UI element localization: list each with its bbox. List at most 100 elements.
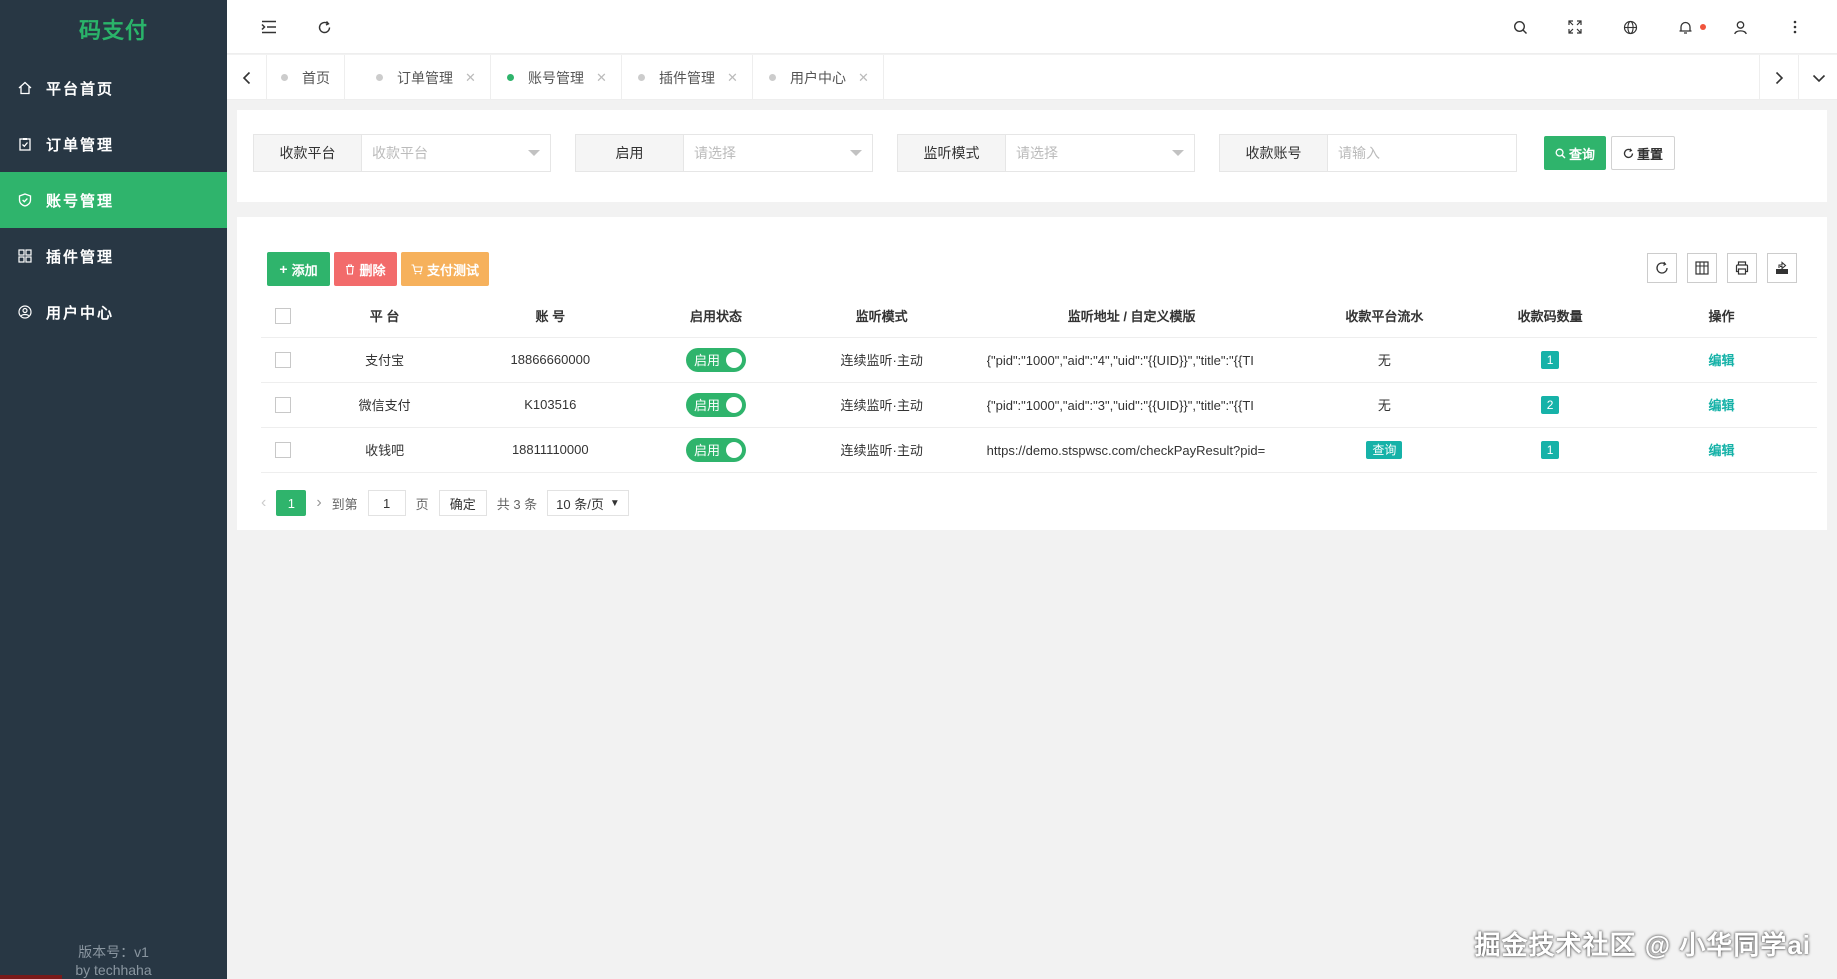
reset-button[interactable]: 重置 (1611, 136, 1675, 170)
account-filter-label: 收款账号 (1220, 135, 1328, 171)
search-icon (1555, 148, 1566, 158)
user-circle-icon (18, 305, 32, 319)
enable-toggle[interactable]: 启用 (685, 392, 746, 417)
account-placeholder: 请输入 (1338, 145, 1380, 161)
tab-label: 插件管理 (659, 69, 715, 86)
home-icon (18, 81, 32, 95)
column-header: 平 台 (305, 295, 464, 338)
goto-page-input[interactable]: 1 (367, 490, 406, 516)
tab-dot (769, 74, 776, 81)
chevron-right-icon[interactable] (1759, 55, 1799, 100)
account-filter: 收款账号 请输入 (1219, 134, 1517, 172)
page-size-select[interactable]: 10 条/页 ▼ (547, 490, 629, 516)
tab-bar: 首页 订单管理 ✕ 账号管理 ✕ 插件管理 ✕ 用户中心 ✕ (227, 55, 1837, 100)
more-vertical-icon[interactable] (1785, 17, 1805, 37)
print-icon[interactable] (1727, 253, 1757, 283)
caret-down-icon (850, 150, 862, 156)
delete-button-label: 删除 (359, 262, 386, 278)
platform-cell: 收钱吧 (305, 427, 464, 473)
sidebar-item-plugins[interactable]: 插件管理 (0, 228, 227, 284)
edit-link[interactable]: 编辑 (1708, 353, 1734, 368)
sidebar-item-label: 插件管理 (46, 248, 115, 266)
page-number-current[interactable]: 1 (276, 490, 307, 516)
row-checkbox[interactable] (275, 396, 292, 413)
delete-button[interactable]: 删除 (334, 252, 397, 286)
table-header: 平 台 账 号 启用状态 监听模式 监听地址 / 自定义模版 收款平台流水 收款… (261, 295, 1817, 338)
goto-confirm-button[interactable]: 确定 (438, 490, 487, 516)
sidebar-item-home[interactable]: 平台首页 (0, 60, 227, 116)
search-icon[interactable] (1510, 17, 1530, 37)
tab-plugins[interactable]: 插件管理 ✕ (624, 55, 753, 100)
close-icon[interactable]: ✕ (465, 70, 476, 86)
code-count-badge: 2 (1541, 395, 1560, 414)
table-row: 支付宝 18866660000 启用 连续监听·主动 {"pid":"1000"… (261, 337, 1817, 383)
caret-down-icon (528, 150, 540, 156)
sidebar-item-accounts[interactable]: 账号管理 (0, 172, 227, 228)
bell-icon[interactable] (1675, 17, 1695, 37)
toggle-knob (725, 351, 742, 368)
globe-icon[interactable] (1620, 17, 1640, 37)
mode-cell: 连续监听·主动 (794, 337, 969, 383)
enable-toggle[interactable]: 启用 (685, 437, 746, 462)
sidebar-item-user-center[interactable]: 用户中心 (0, 284, 227, 340)
account-input[interactable]: 请输入 (1328, 135, 1516, 171)
tab-dot (281, 74, 288, 81)
query-button[interactable]: 查询 (1544, 136, 1606, 170)
add-button[interactable]: + 添加 (267, 252, 330, 286)
chevron-left-icon[interactable] (227, 55, 267, 100)
mode-select[interactable]: 请选择 (1006, 135, 1194, 171)
tab-accounts[interactable]: 账号管理 ✕ (493, 55, 622, 100)
edit-link[interactable]: 编辑 (1708, 443, 1734, 458)
chevron-down-icon[interactable] (1799, 55, 1837, 100)
trash-icon (346, 263, 355, 275)
pay-test-button-label: 支付测试 (426, 262, 479, 278)
refresh-table-icon[interactable] (1647, 253, 1677, 283)
next-page-icon[interactable]: › (316, 494, 321, 512)
table-row: 收钱吧 18811110000 启用 连续监听·主动 https://demo.… (261, 427, 1817, 473)
close-icon[interactable]: ✕ (858, 70, 869, 86)
enabled-select[interactable]: 请选择 (684, 135, 872, 171)
columns-icon[interactable] (1687, 253, 1717, 283)
fullscreen-icon[interactable] (1565, 17, 1585, 37)
query-button-label: 查询 (1568, 146, 1595, 162)
decorative-bar (0, 975, 62, 979)
platform-filter-label: 收款平台 (254, 135, 362, 171)
row-checkbox[interactable] (275, 441, 292, 458)
export-icon[interactable] (1767, 253, 1797, 283)
sidebar-item-label: 账号管理 (46, 192, 115, 210)
account-cell: 18811110000 (463, 427, 638, 473)
tab-dot (376, 74, 383, 81)
prev-page-icon[interactable]: ‹ (261, 494, 266, 512)
mode-placeholder: 请选择 (1016, 145, 1058, 161)
select-all-checkbox[interactable] (275, 308, 292, 325)
page-label: 页 (415, 496, 429, 512)
toggle-label: 启用 (693, 398, 720, 413)
refresh-icon[interactable] (314, 17, 334, 37)
row-checkbox[interactable] (275, 351, 292, 368)
close-icon[interactable]: ✕ (727, 70, 738, 86)
pagination: ‹ 1 › 到第 1 页 确定 共 3 条 10 条/页 ▼ (261, 487, 639, 519)
table-row: 微信支付 K103516 启用 连续监听·主动 {"pid":"1000","a… (261, 382, 1817, 428)
tab-orders[interactable]: 订单管理 ✕ (362, 55, 491, 100)
user-icon[interactable] (1730, 17, 1750, 37)
menu-toggle-icon[interactable] (259, 17, 279, 37)
sidebar-item-orders[interactable]: 订单管理 (0, 116, 227, 172)
pay-test-button[interactable]: 支付测试 (401, 252, 489, 286)
close-icon[interactable]: ✕ (596, 70, 607, 86)
reset-button-label: 重置 (1636, 146, 1663, 162)
enable-toggle[interactable]: 启用 (685, 347, 746, 372)
total-count: 共 3 条 (496, 496, 538, 512)
column-header: 启用状态 (637, 295, 795, 338)
platform-select[interactable]: 收款平台 (362, 135, 550, 171)
template-cell: https://demo.stspwsc.com/checkPayResult?… (986, 442, 1266, 458)
tab-home[interactable]: 首页 (267, 55, 345, 100)
grid-icon (18, 249, 32, 263)
search-panel: 收款平台 收款平台 启用 请选择 监听模式 请选择 收款账号 请输入 查询 重置 (237, 110, 1827, 202)
flow-query-button[interactable]: 查询 (1366, 440, 1403, 459)
edit-link[interactable]: 编辑 (1708, 398, 1734, 413)
sidebar-item-label: 平台首页 (46, 80, 115, 98)
enabled-filter-label: 启用 (576, 135, 684, 171)
toggle-label: 启用 (693, 353, 720, 368)
tab-user-center[interactable]: 用户中心 ✕ (755, 55, 884, 100)
flow-cell: 无 (1294, 337, 1475, 383)
